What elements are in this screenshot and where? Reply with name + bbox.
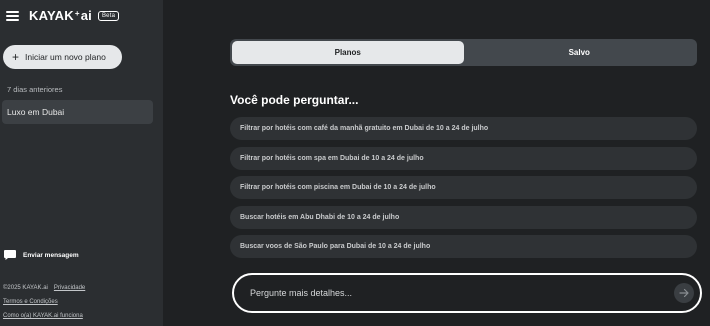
ask-box [232, 273, 702, 313]
send-button[interactable] [674, 283, 694, 303]
beta-badge: Beta [97, 10, 120, 21]
logo-text-kayak: KAYAK [29, 8, 74, 23]
sidebar-footer: ©2025 KAYAK.ai Privacidade Termos e Condi… [3, 281, 85, 323]
suggestion-chip[interactable]: Buscar voos de São Paulo para Dubai de 1… [230, 235, 697, 258]
send-feedback-button[interactable]: Enviar mensagem [4, 250, 79, 260]
suggestion-chip[interactable]: Filtrar por hotéis com piscina em Dubai … [230, 176, 697, 199]
new-plan-button[interactable]: + Iniciar um novo plano [3, 45, 122, 69]
new-plan-label: Iniciar um novo plano [25, 52, 106, 62]
logo-text-ai: ai [80, 8, 92, 23]
kayak-ai-logo[interactable]: KAYAK + ai Beta [29, 8, 120, 23]
suggestion-list: Filtrar por hotéis com café da manhã gra… [230, 117, 697, 265]
logo-star: + [74, 9, 80, 18]
how-it-works-link[interactable]: Como o(a) KAYAK.ai funciona [3, 313, 83, 319]
send-feedback-label: Enviar mensagem [23, 251, 79, 259]
history-section-label: 7 dias anteriores [7, 85, 63, 94]
suggestion-chip[interactable]: Filtrar por hotéis com café da manhã gra… [230, 117, 697, 140]
hamburger-menu-icon[interactable] [6, 10, 19, 21]
sidebar: KAYAK + ai Beta + Iniciar um novo plano … [0, 0, 163, 326]
main-panel: Planos Salvo Você pode perguntar... Filt… [163, 0, 710, 326]
terms-link[interactable]: Termos e Condições [3, 299, 58, 305]
history-item-luxo-em-dubai[interactable]: Luxo em Dubai [2, 100, 153, 124]
suggestion-chip[interactable]: Buscar hotéis em Abu Dhabi de 10 a 24 de… [230, 205, 697, 229]
arrow-right-icon [679, 288, 689, 298]
plan-tabs: Planos Salvo [230, 39, 697, 66]
chat-bubble-icon [4, 250, 16, 260]
sidebar-header: KAYAK + ai Beta [6, 8, 120, 23]
tab-planos[interactable]: Planos [232, 41, 464, 64]
suggestion-chip[interactable]: Filtrar por hotéis com spa em Dubai de 1… [230, 146, 697, 170]
copyright-text: ©2025 KAYAK.ai [3, 285, 48, 291]
privacy-link[interactable]: Privacidade [54, 285, 85, 291]
ask-input[interactable] [250, 288, 674, 298]
tab-salvo[interactable]: Salvo [464, 41, 696, 64]
history-item-label: Luxo em Dubai [7, 107, 65, 117]
suggestions-heading: Você pode perguntar... [230, 93, 359, 107]
plus-icon: + [12, 50, 20, 64]
